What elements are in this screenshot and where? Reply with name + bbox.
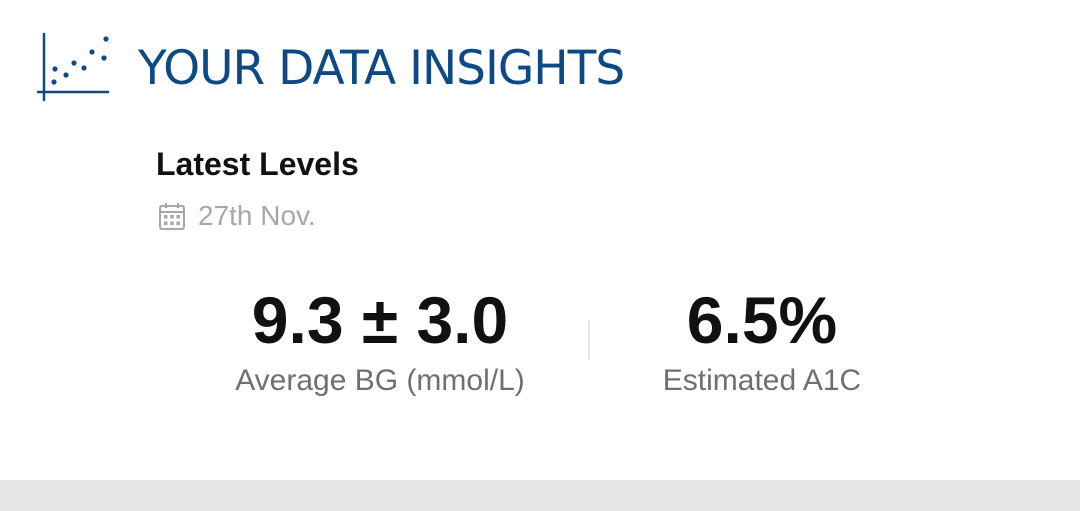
scatter-plot-icon bbox=[36, 32, 110, 102]
latest-date: 27th Nov. bbox=[198, 200, 316, 231]
estimated-a1c-value: 6.5% bbox=[686, 283, 838, 357]
average-bg-value: 9.3 ± 3.0 bbox=[251, 283, 509, 357]
section-header: YOUR DATA INSIGHTS bbox=[36, 32, 625, 104]
average-bg-metric: 9.3 ± 3.0 Average BG (mmol/L) bbox=[200, 280, 560, 398]
page-title: YOUR DATA INSIGHTS bbox=[138, 40, 625, 96]
estimated-a1c-metric: 6.5% Estimated A1C bbox=[612, 280, 912, 398]
card-title: Latest Levels bbox=[156, 146, 359, 182]
date-row: 27th Nov. bbox=[158, 200, 316, 232]
estimated-a1c-label: Estimated A1C bbox=[662, 364, 862, 397]
metric-divider bbox=[588, 320, 590, 360]
calendar-icon bbox=[159, 203, 185, 230]
data-insights-page: YOUR DATA INSIGHTS Latest Levels 27th No… bbox=[0, 0, 1080, 511]
average-bg-label: Average BG (mmol/L) bbox=[235, 364, 525, 397]
footer-band bbox=[0, 480, 1080, 511]
